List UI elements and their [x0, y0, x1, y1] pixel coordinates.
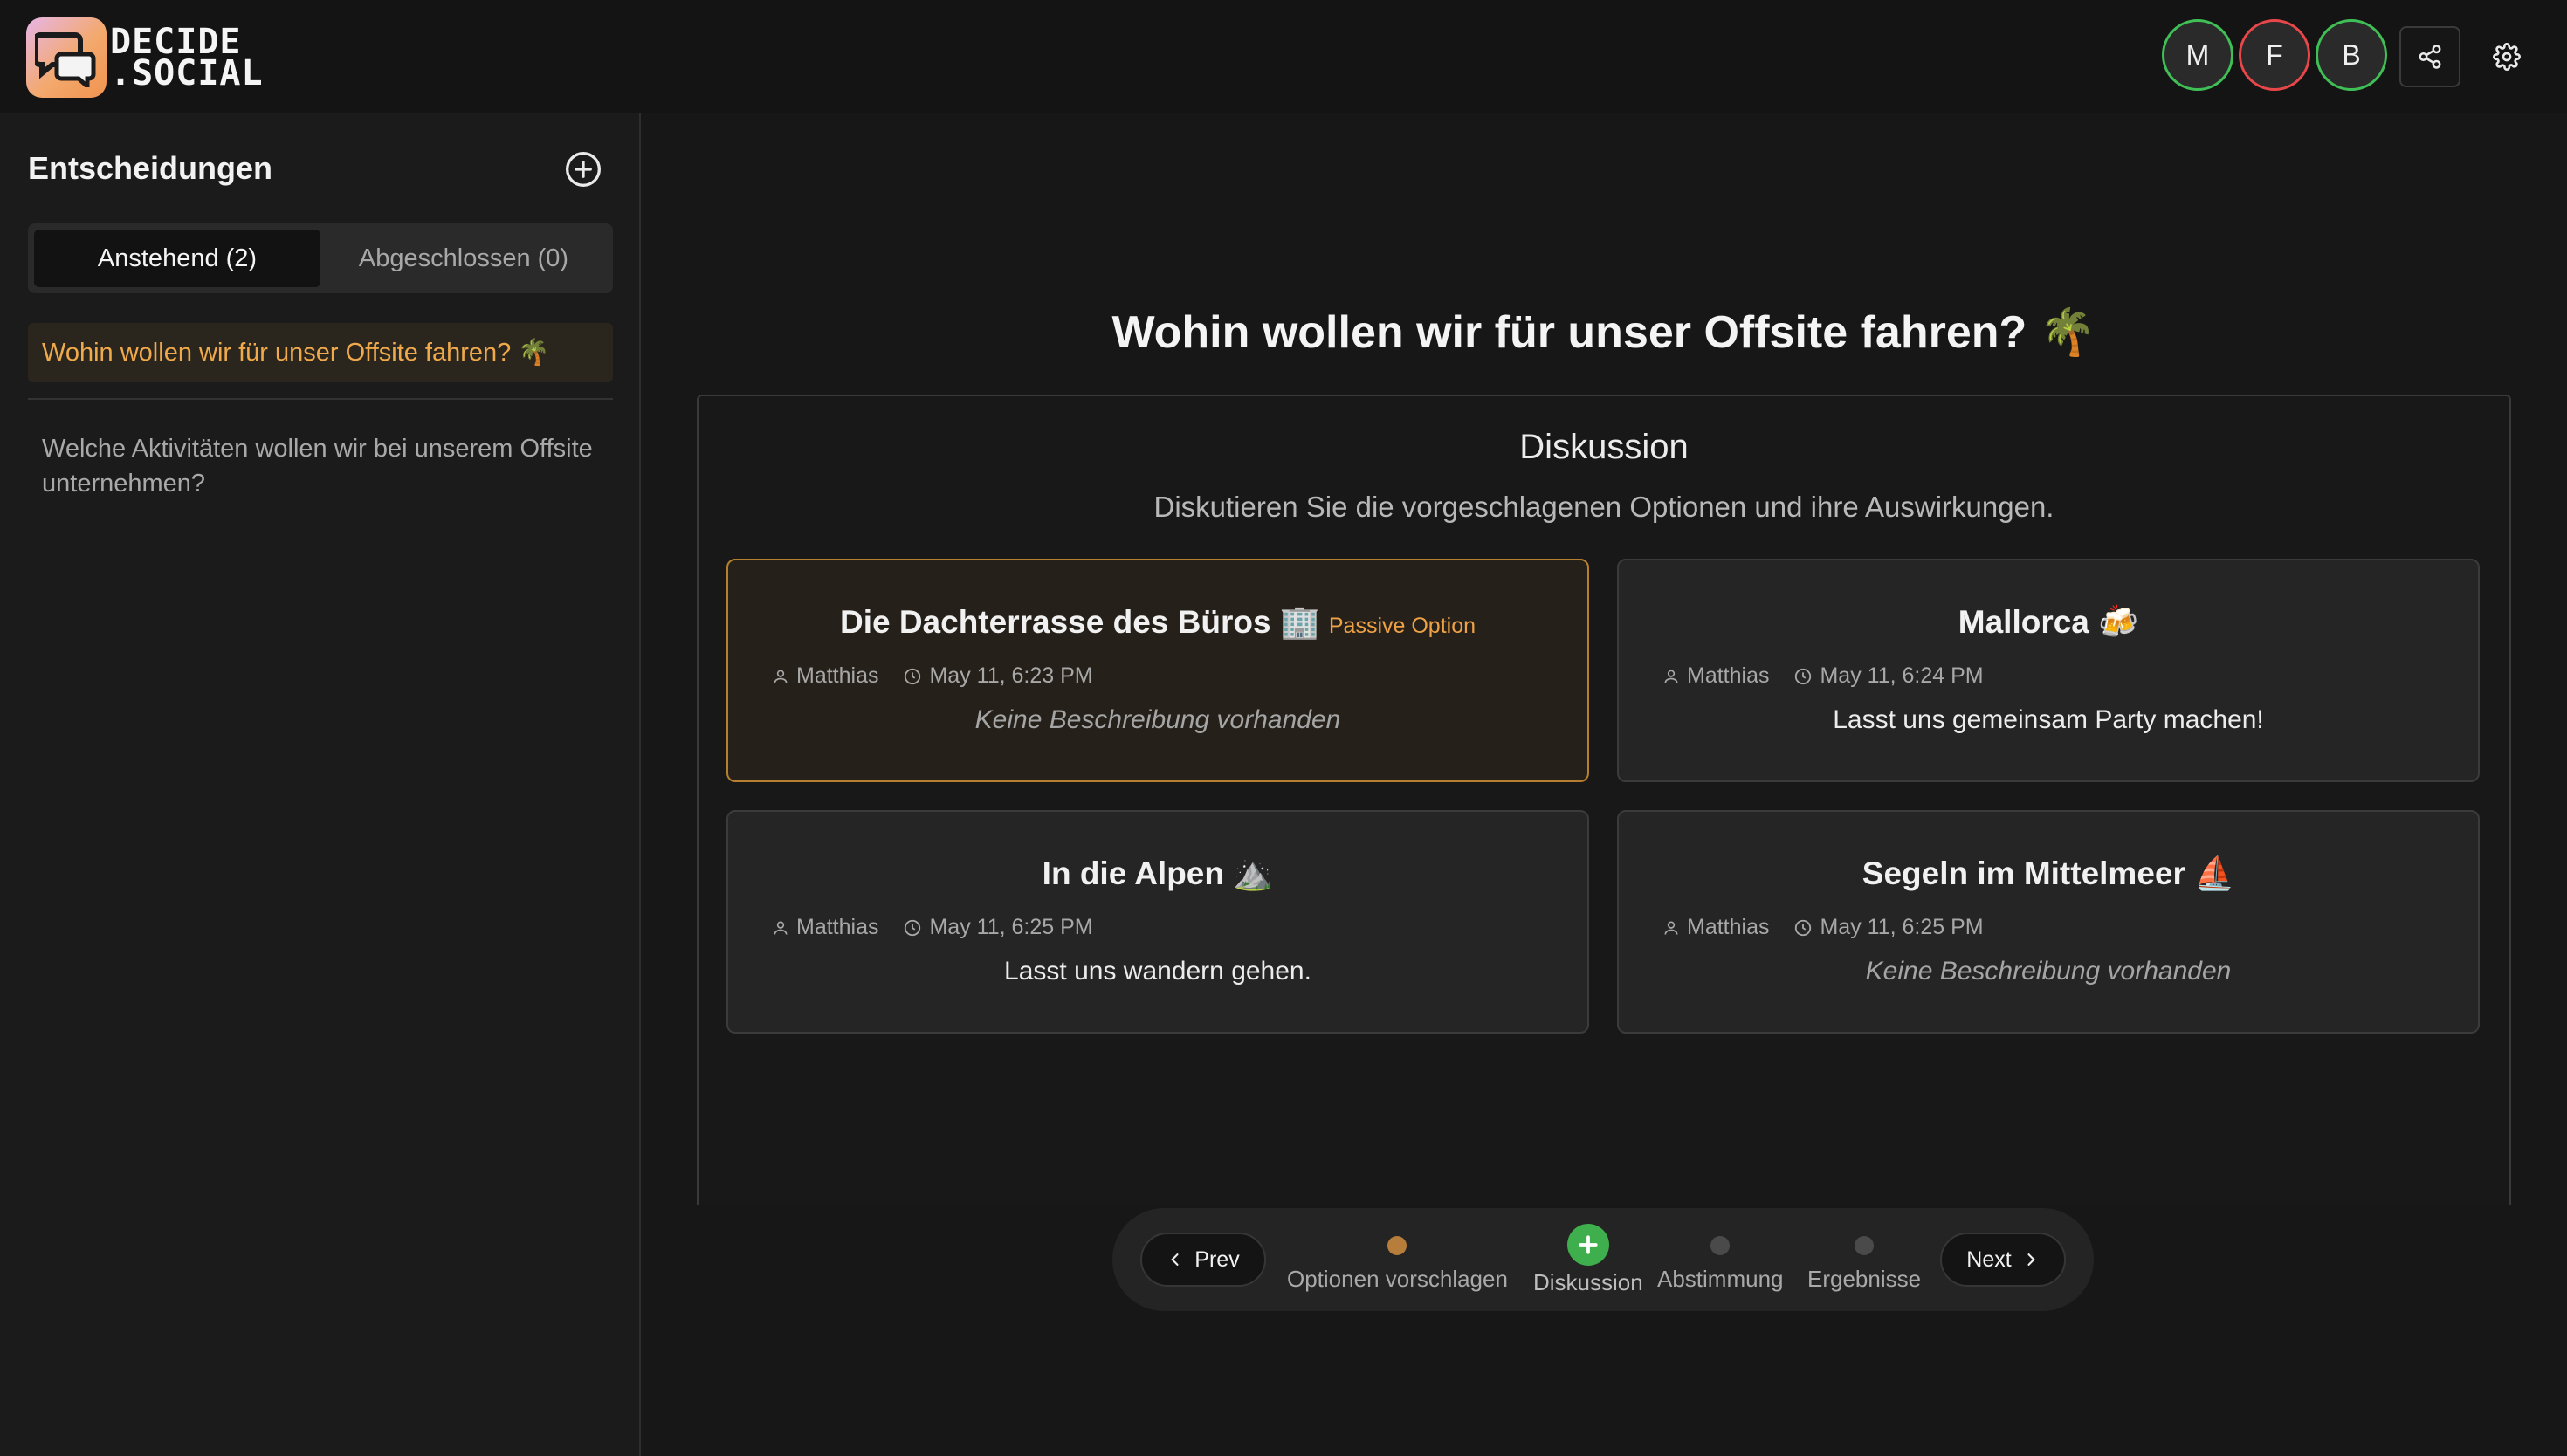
- sidebar-item-decision[interactable]: Welche Aktivitäten wollen wir bei unsere…: [28, 419, 613, 513]
- tab-completed[interactable]: Abgeschlossen (0): [320, 230, 607, 287]
- step-dot: [1855, 1236, 1875, 1255]
- option-author: Matthias: [1687, 915, 1770, 939]
- option-title: In die Alpen ⛰️: [1042, 855, 1274, 891]
- sidebar-item-decision[interactable]: Wohin wollen wir für unser Offsite fahre…: [28, 323, 613, 382]
- option-description: Lasst uns wandern gehen.: [1004, 957, 1311, 986]
- step-label: Optionen vorschlagen: [1287, 1266, 1508, 1292]
- option-card[interactable]: Die Dachterrasse des Büros 🏢 Passive Opti…: [726, 559, 1589, 782]
- decision-title: Wohin wollen wir für unser Offsite fahre…: [1111, 307, 2096, 358]
- phase-stepper: Prev Optionen vorschlagen Diskussion Abs…: [1112, 1208, 2094, 1311]
- avatar[interactable]: B: [2316, 19, 2387, 91]
- step-voting[interactable]: Abstimmung: [1657, 1224, 1784, 1293]
- user-icon: [774, 670, 788, 683]
- option-title: Mallorca 🍻: [1958, 604, 2139, 640]
- prev-button[interactable]: Prev: [1140, 1233, 1266, 1287]
- step-discussion[interactable]: Diskussion: [1533, 1224, 1643, 1296]
- avatar[interactable]: M: [2162, 19, 2233, 91]
- option-meta: Matthias May 11, 6:25 PM: [1662, 915, 1984, 940]
- option-card[interactable]: Segeln im Mittelmeer ⛵ Matthias May 11, …: [1617, 810, 2480, 1034]
- option-card[interactable]: Mallorca 🍻 Matthias May 11, 6:24 PM Lass…: [1617, 559, 2480, 782]
- option-meta: Matthias May 11, 6:23 PM: [772, 663, 1093, 689]
- decision-tabs: Anstehend (2) Abgeschlossen (0): [28, 223, 613, 293]
- passive-option-badge: Passive Option: [1328, 614, 1476, 638]
- chevron-right-icon: [2027, 1253, 2035, 1266]
- option-card[interactable]: In die Alpen ⛰️ Matthias May 11, 6:25 PM…: [726, 810, 1589, 1034]
- clock-icon: [1795, 668, 1812, 684]
- chevron-left-icon: [1171, 1253, 1179, 1266]
- divider: [28, 398, 613, 400]
- logo-chat-icon: [26, 17, 107, 98]
- decisions-sidebar: Entscheidungen Anstehend (2) Abgeschloss…: [0, 113, 641, 1456]
- option-meta: Matthias May 11, 6:25 PM: [772, 915, 1093, 940]
- share-button[interactable]: [2399, 26, 2460, 87]
- user-icon: [774, 921, 788, 935]
- clock-icon: [905, 668, 921, 684]
- logo-wordmark: DECIDE .SOCIAL: [110, 22, 264, 93]
- gear-icon: [2493, 43, 2521, 71]
- plus-circle-icon: [566, 152, 601, 187]
- clock-icon: [905, 919, 921, 936]
- avatar[interactable]: F: [2239, 19, 2310, 91]
- step-results[interactable]: Ergebnisse: [1807, 1224, 1921, 1293]
- option-description: Keine Beschreibung vorhanden: [974, 705, 1341, 734]
- option-description: Keine Beschreibung vorhanden: [1865, 957, 2232, 986]
- participant-avatars: M F B: [2162, 19, 2387, 91]
- option-title: Segeln im Mittelmeer ⛵: [1862, 855, 2235, 891]
- step-dot: [1710, 1236, 1731, 1255]
- option-time: May 11, 6:25 PM: [1820, 915, 1984, 939]
- add-decision-button[interactable]: [564, 150, 602, 189]
- option-time: May 11, 6:24 PM: [1820, 663, 1984, 688]
- app-logo[interactable]: DECIDE .SOCIAL: [26, 17, 264, 98]
- option-author: Matthias: [796, 663, 879, 688]
- tab-pending[interactable]: Anstehend (2): [34, 230, 320, 287]
- sidebar-title: Entscheidungen: [28, 150, 273, 186]
- option-title: Die Dachterrasse des Büros 🏢 Passive Opti…: [839, 604, 1476, 640]
- step-dot: [1566, 1224, 1609, 1266]
- option-author: Matthias: [796, 915, 879, 939]
- next-button[interactable]: Next: [1940, 1233, 2066, 1287]
- step-propose-options[interactable]: Optionen vorschlagen: [1287, 1224, 1508, 1293]
- app-header: DECIDE .SOCIAL M F B: [0, 0, 2567, 113]
- phase-panel: Diskussion Diskutieren Sie die vorgeschl…: [697, 395, 2511, 1205]
- user-icon: [1664, 670, 1678, 683]
- phase-title: Diskussion: [1519, 428, 1689, 466]
- user-icon: [1664, 921, 1678, 935]
- option-meta: Matthias May 11, 6:24 PM: [1662, 663, 1984, 689]
- option-time: May 11, 6:25 PM: [929, 915, 1093, 939]
- step-dot: [1387, 1236, 1407, 1255]
- share-icon: [2419, 45, 2441, 69]
- plus-icon: [1579, 1235, 1598, 1254]
- option-author: Matthias: [1687, 663, 1770, 688]
- step-label: Diskussion: [1533, 1269, 1643, 1295]
- step-label: Ergebnisse: [1807, 1266, 1922, 1292]
- step-label: Abstimmung: [1657, 1266, 1784, 1292]
- clock-icon: [1795, 919, 1812, 936]
- option-time: May 11, 6:23 PM: [929, 663, 1093, 688]
- option-description: Lasst uns gemeinsam Party machen!: [1833, 705, 2264, 734]
- settings-button[interactable]: [2476, 26, 2537, 87]
- phase-description: Diskutieren Sie die vorgeschlagenen Opti…: [1153, 491, 2054, 523]
